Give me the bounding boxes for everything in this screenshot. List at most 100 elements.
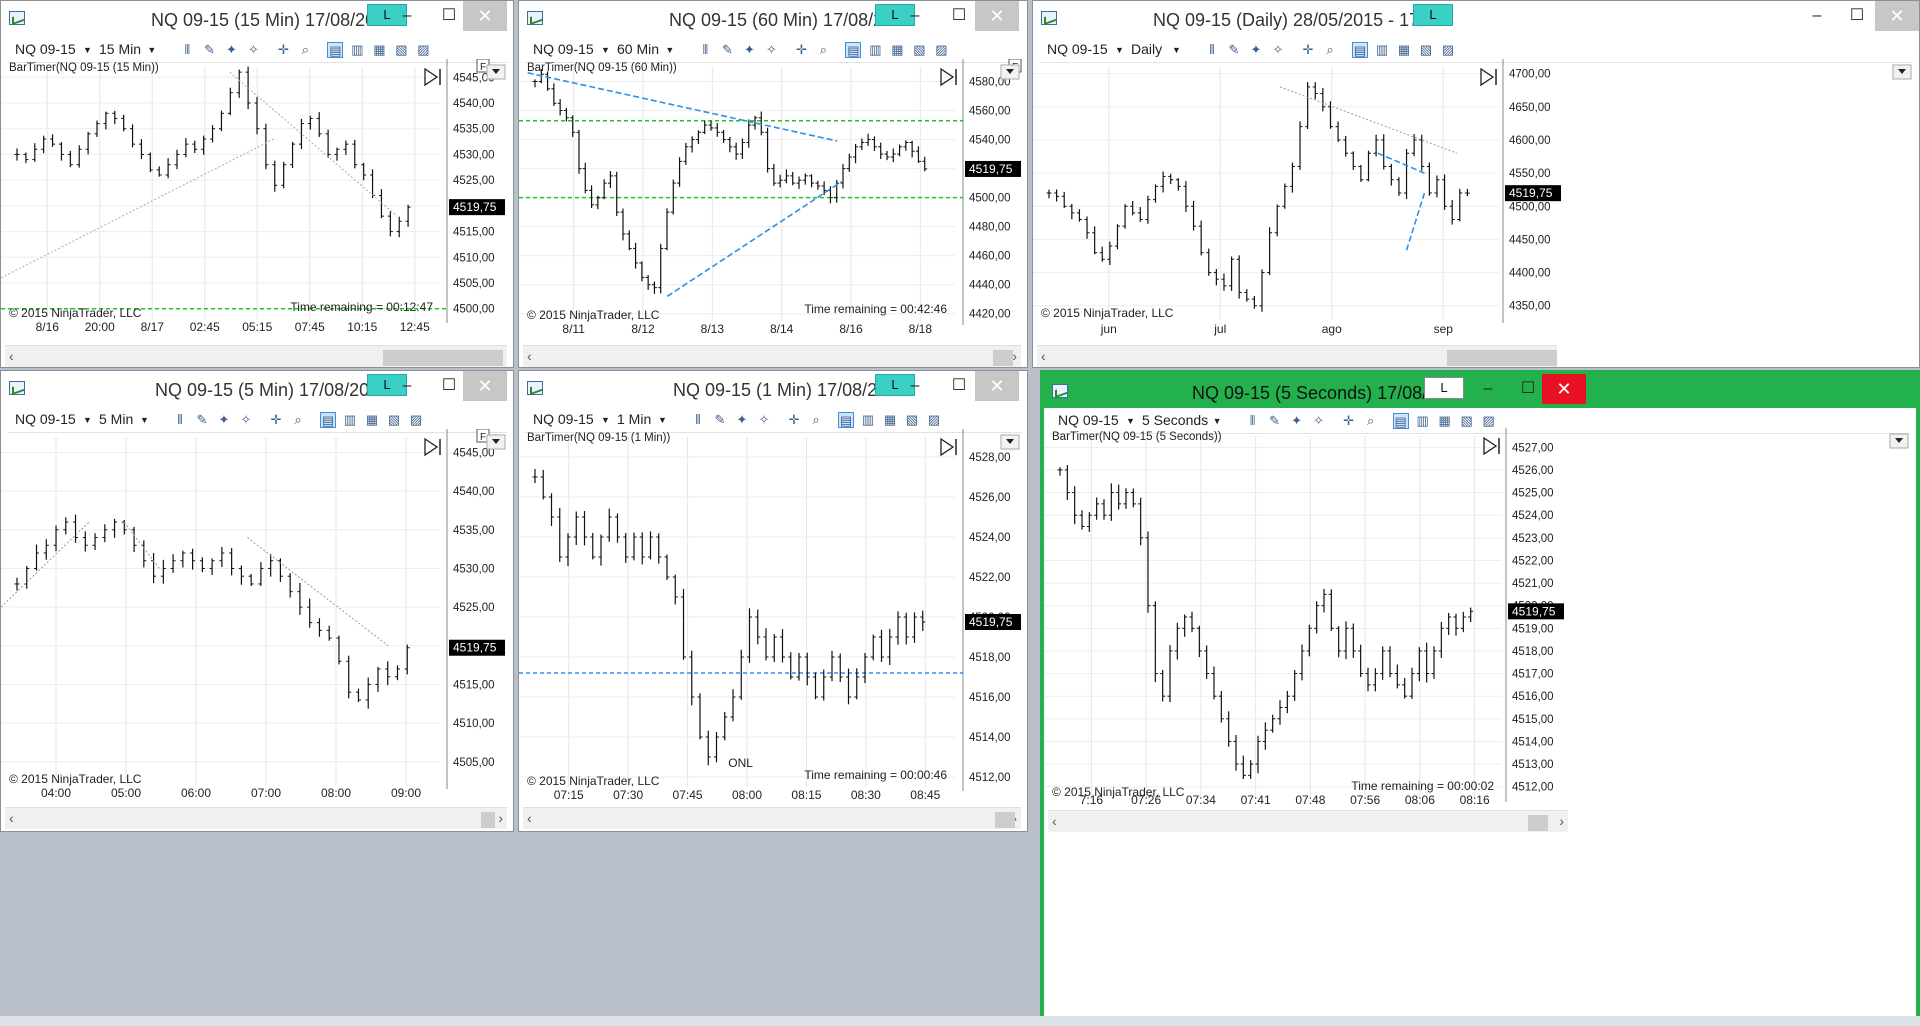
scroll-left-icon[interactable]: ‹ xyxy=(527,810,532,826)
period-selector[interactable]: Daily xyxy=(1131,41,1162,57)
chart-window-daily[interactable]: NQ 09-15 (Daily) 28/05/2015 - 17/08/2015… xyxy=(1032,0,1920,368)
pencil-icon[interactable]: ✎ xyxy=(194,412,210,428)
indicator-icon[interactable]: ▥ xyxy=(349,42,365,58)
chart-panel[interactable]: 4527,00 4526,00 4525,00 4524,00 4523,00 4522,… xyxy=(1044,428,1916,812)
dropdown-toggle-icon[interactable] xyxy=(486,434,506,450)
period-selector[interactable]: 60 Min xyxy=(617,41,659,57)
horizontal-scrollbar[interactable]: ‹› xyxy=(523,345,1021,367)
magic-icon[interactable]: ✧ xyxy=(245,42,261,58)
price-chart[interactable]: 4545,004540,004535,004530,004525,004520,… xyxy=(1,59,511,339)
crosshair-icon[interactable]: ✛ xyxy=(1341,413,1357,429)
properties-icon[interactable]: ▧ xyxy=(1418,42,1434,58)
instrument-selector[interactable]: NQ 09-15 xyxy=(533,41,594,57)
trend-line[interactable] xyxy=(247,537,389,647)
close-button[interactable]: ✕ xyxy=(975,371,1019,401)
magic-icon[interactable]: ✧ xyxy=(238,412,254,428)
play-icon[interactable] xyxy=(1480,67,1497,87)
magic-icon[interactable]: ✧ xyxy=(1270,42,1286,58)
crosshair-icon[interactable]: ✛ xyxy=(275,42,291,58)
data-box-icon[interactable]: ▨ xyxy=(1481,413,1497,429)
bar-type-icon[interactable]: ⫴ xyxy=(1204,42,1220,58)
chart-style-icon[interactable]: ▤ xyxy=(845,42,862,58)
chart-style-icon[interactable]: ▤ xyxy=(327,42,344,58)
crosshair-icon[interactable]: ✛ xyxy=(1300,42,1316,58)
link-badge[interactable]: L xyxy=(1424,377,1464,399)
title-bar[interactable]: NQ 09-15 (Daily) 28/05/2015 - 17/08/2015… xyxy=(1033,1,1919,35)
indicator-icon[interactable]: ▥ xyxy=(1374,42,1390,58)
close-button[interactable]: ✕ xyxy=(1875,1,1919,31)
instrument-selector[interactable]: NQ 09-15 xyxy=(1058,412,1119,428)
chart-window-1min[interactable]: NQ 09-15 (1 Min) 17/08/2015 L – ☐ ✕ NQ 09-15 ▼… xyxy=(518,370,1028,832)
trend-line[interactable] xyxy=(1,521,90,608)
scroll-right-icon[interactable]: › xyxy=(1559,813,1564,829)
data-box-icon[interactable]: ▨ xyxy=(926,412,942,428)
scroll-right-icon[interactable]: › xyxy=(498,810,503,826)
close-button[interactable]: ✕ xyxy=(1542,374,1586,404)
chart-style-icon[interactable]: ▤ xyxy=(1352,42,1368,58)
zoom-icon[interactable]: ⌕ xyxy=(815,42,831,58)
scroll-left-icon[interactable]: ‹ xyxy=(9,810,14,826)
close-button[interactable]: ✕ xyxy=(463,1,507,31)
indicator-icon[interactable]: ▥ xyxy=(342,412,358,428)
properties-icon[interactable]: ▧ xyxy=(911,42,927,58)
dropdown-toggle-icon[interactable] xyxy=(1000,434,1020,450)
play-icon[interactable] xyxy=(1483,436,1500,456)
scroll-thumb[interactable] xyxy=(383,350,503,366)
chart-annotation[interactable]: ONL xyxy=(728,756,753,770)
strategy-icon[interactable]: ▦ xyxy=(882,412,898,428)
crosshair-icon[interactable]: ✛ xyxy=(793,42,809,58)
chart-style-icon[interactable]: ▤ xyxy=(320,412,336,428)
horizontal-scrollbar[interactable]: ‹› xyxy=(5,807,507,829)
scroll-left-icon[interactable]: ‹ xyxy=(527,348,532,364)
dropdown-toggle-icon[interactable] xyxy=(1000,64,1020,80)
chart-panel[interactable]: 4580,004560,004540,004520,004500,004480,… xyxy=(519,59,1027,341)
crosshair-icon[interactable]: ✛ xyxy=(786,412,802,428)
strategy-icon[interactable]: ▦ xyxy=(1437,413,1453,429)
close-button[interactable]: ✕ xyxy=(975,1,1019,31)
trend-line[interactable] xyxy=(666,180,843,297)
chart-style-icon[interactable]: ▤ xyxy=(1392,413,1409,429)
dropdown-toggle-icon[interactable] xyxy=(486,64,506,80)
indicator-icon[interactable]: ▥ xyxy=(1415,413,1431,429)
scroll-thumb[interactable] xyxy=(1447,350,1557,366)
minimize-button[interactable]: – xyxy=(893,1,937,31)
zoom-icon[interactable]: ⌕ xyxy=(1322,42,1338,58)
scroll-right-icon[interactable]: › xyxy=(1012,348,1017,364)
scroll-thumb[interactable] xyxy=(993,350,1013,366)
zoom-icon[interactable]: ⌕ xyxy=(808,412,824,428)
zoom-icon[interactable]: ⌕ xyxy=(297,42,313,58)
trend-line[interactable] xyxy=(1377,152,1425,174)
horizontal-scrollbar[interactable]: ‹› xyxy=(1037,345,1557,367)
period-selector[interactable]: 15 Min xyxy=(99,41,141,57)
play-icon[interactable] xyxy=(940,437,957,457)
zoom-icon[interactable]: ⌕ xyxy=(290,412,306,428)
horizontal-scrollbar[interactable]: ‹› xyxy=(1048,810,1568,832)
close-button[interactable]: ✕ xyxy=(463,371,507,401)
scroll-thumb[interactable] xyxy=(481,812,495,828)
dropdown-toggle-icon[interactable] xyxy=(1892,64,1912,80)
data-box-icon[interactable]: ▨ xyxy=(1440,42,1456,58)
minimize-button[interactable]: – xyxy=(385,371,429,401)
marker-icon[interactable]: ✦ xyxy=(223,42,239,58)
price-chart[interactable]: 4545,004540,004535,004530,004525,004520,… xyxy=(1,429,511,805)
marker-icon[interactable]: ✦ xyxy=(741,42,757,58)
pencil-icon[interactable]: ✎ xyxy=(719,42,735,58)
price-chart[interactable]: 4527,00 4526,00 4525,00 4524,00 4523,00 4522,… xyxy=(1044,428,1914,812)
magic-icon[interactable]: ✧ xyxy=(763,42,779,58)
chart-style-icon[interactable]: ▤ xyxy=(838,412,854,428)
horizontal-scrollbar[interactable]: ‹› xyxy=(523,807,1021,829)
marker-icon[interactable]: ✦ xyxy=(734,412,750,428)
bar-type-icon[interactable]: ⫴ xyxy=(697,42,713,58)
crosshair-icon[interactable]: ✛ xyxy=(268,412,284,428)
scroll-left-icon[interactable]: ‹ xyxy=(1052,813,1057,829)
strategy-icon[interactable]: ▦ xyxy=(1396,42,1412,58)
chart-panel[interactable]: 4545,004540,004535,004530,004525,004520,… xyxy=(1,59,513,339)
link-badge[interactable]: L xyxy=(1413,4,1453,26)
play-icon[interactable] xyxy=(940,67,957,87)
bar-type-icon[interactable]: ⫴ xyxy=(690,412,706,428)
scroll-left-icon[interactable]: ‹ xyxy=(1041,348,1046,364)
scroll-left-icon[interactable]: ‹ xyxy=(9,348,14,364)
indicator-icon[interactable]: ▥ xyxy=(860,412,876,428)
chart-panel[interactable]: 4528,004526,004524,004522,004520,004518,… xyxy=(519,429,1027,807)
properties-icon[interactable]: ▧ xyxy=(393,42,409,58)
